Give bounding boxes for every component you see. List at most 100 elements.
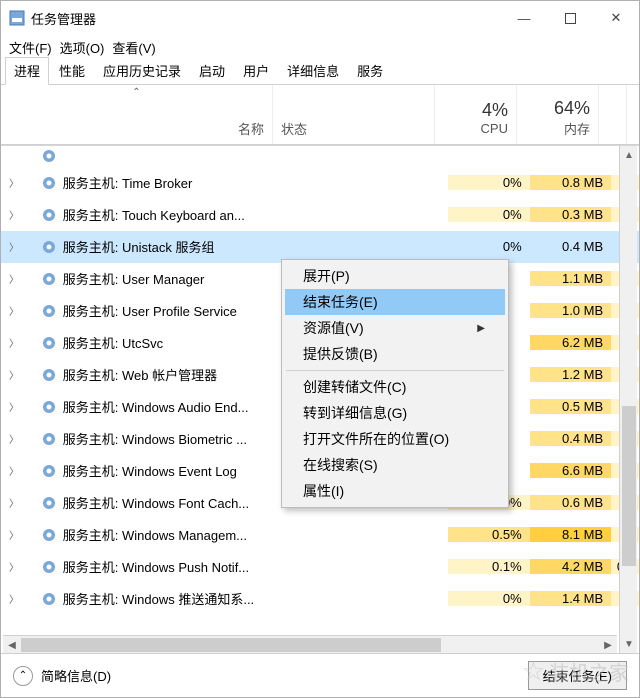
expand-chevron-icon[interactable]: 〉 xyxy=(1,335,21,350)
expand-chevron-icon[interactable]: 〉 xyxy=(1,527,21,542)
window-title: 任务管理器 xyxy=(31,9,501,28)
expand-chevron-icon[interactable]: 〉 xyxy=(1,303,21,318)
expand-chevron-icon[interactable]: 〉 xyxy=(1,463,21,478)
process-name: 服务主机: Windows Push Notif... xyxy=(63,557,287,576)
horizontal-scroll-thumb[interactable] xyxy=(21,638,441,652)
menu-file[interactable]: 文件(F) xyxy=(9,38,52,57)
tab-startup[interactable]: 启动 xyxy=(191,58,233,84)
column-cpu[interactable]: 4% CPU xyxy=(435,85,517,144)
menu-item-go-details[interactable]: 转到详细信息(G) xyxy=(285,400,505,426)
process-name: 服务主机: Windows 推送通知系... xyxy=(63,589,287,608)
minimize-button[interactable]: — xyxy=(501,1,547,35)
scroll-up-arrow-icon[interactable]: ▲ xyxy=(620,146,638,164)
scroll-down-arrow-icon[interactable]: ▼ xyxy=(620,635,638,653)
process-memory: 0.4 MB xyxy=(530,239,612,254)
tab-services[interactable]: 服务 xyxy=(349,58,391,84)
expand-chevron-icon[interactable]: 〉 xyxy=(1,175,21,190)
tab-app-history[interactable]: 应用历史记录 xyxy=(95,58,189,84)
process-name: 服务主机: Time Broker xyxy=(63,173,287,192)
table-row[interactable]: 〉服务主机: Windows Managem...0.5%8.1 MB0 xyxy=(1,519,639,551)
vertical-scroll-thumb[interactable] xyxy=(622,406,636,566)
tab-processes[interactable]: 进程 xyxy=(5,57,49,85)
app-icon xyxy=(9,10,25,26)
menu-item-expand[interactable]: 展开(P) xyxy=(285,263,505,289)
scroll-right-arrow-icon[interactable]: ▶ xyxy=(599,636,617,654)
expand-chevron-icon[interactable]: 〉 xyxy=(1,367,21,382)
process-memory: 1.2 MB xyxy=(530,367,612,382)
menu-item-feedback[interactable]: 提供反馈(B) xyxy=(285,341,505,367)
tab-details[interactable]: 详细信息 xyxy=(279,58,347,84)
menu-options[interactable]: 选项(O) xyxy=(60,38,105,57)
process-memory: 0.3 MB xyxy=(530,207,612,222)
expand-chevron-icon[interactable]: 〉 xyxy=(1,207,21,222)
menu-item-create-dump[interactable]: 创建转储文件(C) xyxy=(285,374,505,400)
process-name: 服务主机: User Manager xyxy=(63,269,287,288)
menu-separator xyxy=(286,370,504,371)
tab-performance[interactable]: 性能 xyxy=(51,58,93,84)
table-row[interactable] xyxy=(1,145,639,167)
process-memory: 0.6 MB xyxy=(530,495,612,510)
menu-view[interactable]: 查看(V) xyxy=(112,38,155,57)
tab-users[interactable]: 用户 xyxy=(235,58,277,84)
column-memory[interactable]: 64% 内存 xyxy=(517,85,599,144)
menu-item-end-task[interactable]: 结束任务(E) xyxy=(285,289,505,315)
column-status[interactable]: 状态 xyxy=(273,85,435,144)
process-name: 服务主机: Unistack 服务组 xyxy=(63,237,287,256)
close-button[interactable]: ✕ xyxy=(593,1,639,35)
expand-chevron-icon[interactable]: 〉 xyxy=(1,431,21,446)
menu-item-open-location[interactable]: 打开文件所在的位置(O) xyxy=(285,426,505,452)
expand-chevron-icon[interactable]: 〉 xyxy=(1,559,21,574)
process-name: 服务主机: Web 帐户管理器 xyxy=(63,365,287,384)
process-name: 服务主机: Touch Keyboard an... xyxy=(63,205,287,224)
column-extra[interactable] xyxy=(599,85,627,144)
fewer-details-icon[interactable]: ⌃ xyxy=(13,666,33,686)
process-memory: 8.1 MB xyxy=(530,527,612,542)
footer: ⌃ 简略信息(D) 结束任务(E) xyxy=(1,653,639,697)
vertical-scrollbar[interactable]: ▲ ▼ xyxy=(619,146,637,653)
fewer-details-label[interactable]: 简略信息(D) xyxy=(41,666,111,685)
horizontal-scrollbar[interactable]: ◀ ▶ xyxy=(3,635,617,653)
process-name: 服务主机: Windows Audio End... xyxy=(63,397,287,416)
process-name: 服务主机: UtcSvc xyxy=(63,333,287,352)
end-task-button[interactable]: 结束任务(E) xyxy=(528,661,627,690)
expand-chevron-icon[interactable]: 〉 xyxy=(1,399,21,414)
expand-chevron-icon[interactable]: 〉 xyxy=(1,271,21,286)
process-name: 服务主机: Windows Biometric ... xyxy=(63,429,287,448)
menu-item-resource-values[interactable]: 资源值(V) ▶ xyxy=(285,315,505,341)
process-memory: 1.4 MB xyxy=(530,591,612,606)
expand-chevron-icon[interactable]: 〉 xyxy=(1,591,21,606)
process-memory: 0.4 MB xyxy=(530,431,612,446)
expand-chevron-icon[interactable]: 〉 xyxy=(1,239,21,254)
process-name: 服务主机: Windows Font Cach... xyxy=(63,493,287,512)
title-bar: 任务管理器 — ✕ xyxy=(1,1,639,35)
process-memory: 0.8 MB xyxy=(530,175,612,190)
sort-indicator-icon: ⌃ xyxy=(132,87,140,98)
menu-item-search-online[interactable]: 在线搜索(S) xyxy=(285,452,505,478)
process-cpu: 0% xyxy=(448,207,530,222)
process-name: 服务主机: Windows Event Log xyxy=(63,461,287,480)
process-memory: 1.0 MB xyxy=(530,303,612,318)
table-row[interactable]: 〉服务主机: Touch Keyboard an...0%0.3 MB0 xyxy=(1,199,639,231)
expand-chevron-icon[interactable]: 〉 xyxy=(1,495,21,510)
process-cpu: 0% xyxy=(448,239,530,254)
column-headers: ⌃ 名称 状态 4% CPU 64% 内存 xyxy=(1,85,639,145)
scroll-left-arrow-icon[interactable]: ◀ xyxy=(3,636,21,654)
table-row[interactable]: 〉服务主机: Windows 推送通知系...0%1.4 MB0 xyxy=(1,583,639,615)
table-row[interactable]: 〉服务主机: Time Broker0%0.8 MB0 xyxy=(1,167,639,199)
process-memory: 6.2 MB xyxy=(530,335,612,350)
process-memory: 6.6 MB xyxy=(530,463,612,478)
process-cpu: 0.1% xyxy=(448,559,530,574)
context-menu: 展开(P) 结束任务(E) 资源值(V) ▶ 提供反馈(B) 创建转储文件(C)… xyxy=(281,259,509,508)
process-cpu: 0.5% xyxy=(448,527,530,542)
menu-item-properties[interactable]: 属性(I) xyxy=(285,478,505,504)
process-memory: 4.2 MB xyxy=(530,559,612,574)
submenu-arrow-icon: ▶ xyxy=(477,323,485,334)
maximize-button[interactable] xyxy=(547,1,593,35)
menu-bar: 文件(F) 选项(O) 查看(V) xyxy=(1,35,639,59)
column-name[interactable]: ⌃ 名称 xyxy=(1,85,273,144)
process-name: 服务主机: User Profile Service xyxy=(63,301,287,320)
process-memory: 1.1 MB xyxy=(530,271,612,286)
process-name: 服务主机: Windows Managem... xyxy=(63,525,287,544)
table-row[interactable]: 〉服务主机: Windows Push Notif...0.1%4.2 MB0.… xyxy=(1,551,639,583)
tab-bar: 进程 性能 应用历史记录 启动 用户 详细信息 服务 xyxy=(1,59,639,85)
